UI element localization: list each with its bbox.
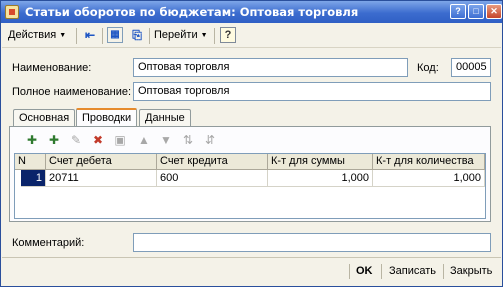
goto-menu-button[interactable]: Перейти ▼ [154,27,208,44]
toolbar: Действия ▼ ⇤ ▦ ⎘ Перейти ▼ ? [2,24,501,48]
comment-label: Комментарий: [12,237,85,249]
copy-row-icon[interactable]: ✚ [46,132,62,148]
column-header-credit[interactable]: Счет кредита [157,154,268,170]
toolbar-separator [214,28,215,44]
button-separator [381,264,382,279]
document-window: Статьи оборотов по бюджетам: Оптовая тор… [0,0,503,287]
copy-document-icon[interactable]: ⎘ [129,27,145,43]
edit-row-icon[interactable]: ✎ [68,132,84,148]
full-name-label: Полное наименование: [12,86,132,98]
toolbar-separator [102,28,103,44]
save-button[interactable]: Записать [389,262,436,281]
code-label: Код: [417,62,439,74]
toolbar-separator [149,28,150,44]
sort-ascending-icon[interactable]: ⇅ [180,132,196,148]
tab-data[interactable]: Данные [139,109,191,127]
tab-main[interactable]: Основная [13,109,76,127]
move-up-icon[interactable]: ▲ [136,132,152,148]
tab-postings[interactable]: Проводки [76,108,138,127]
postings-table[interactable]: N Счет дебета Счет кредита К-т для суммы… [14,153,486,219]
table-cell-n[interactable]: 1 [21,170,46,187]
name-field[interactable]: Оптовая торговля [133,58,408,77]
table-cell-debit[interactable]: 20711 [46,170,157,187]
close-window-button[interactable]: ✕ [486,4,502,19]
app-icon [5,5,19,19]
toolbar-separator [76,28,77,44]
move-down-icon[interactable]: ▼ [158,132,174,148]
help-button[interactable]: ? [450,4,466,19]
close-button[interactable]: Закрыть [450,262,492,281]
comment-field[interactable] [133,233,491,252]
column-header-n[interactable]: N [15,154,46,170]
back-arrow-icon[interactable]: ⇤ [82,27,98,43]
table-cell-qty-coef[interactable]: 1,000 [373,170,485,187]
column-header-sum-coef[interactable]: К-т для суммы [268,154,373,170]
chevron-down-icon: ▼ [200,32,208,39]
title-bar[interactable]: Статьи оборотов по бюджетам: Оптовая тор… [1,1,502,23]
maximize-button[interactable]: □ [468,4,484,19]
button-separator [443,264,444,279]
actions-label: Действия [8,29,57,41]
help-icon[interactable]: ? [220,27,236,43]
column-header-qty-coef[interactable]: К-т для количества [373,154,485,170]
structure-icon[interactable]: ▦ [107,27,123,43]
actions-menu-button[interactable]: Действия ▼ [8,27,66,44]
goto-label: Перейти [154,29,198,41]
chevron-down-icon: ▼ [59,32,67,39]
code-field[interactable]: 00005 [451,58,491,77]
add-row-icon[interactable]: ✚ [24,132,40,148]
bottom-divider [2,257,501,258]
window-title: Статьи оборотов по бюджетам: Оптовая тор… [25,5,359,19]
table-cell-sum-coef[interactable]: 1,000 [268,170,373,187]
sort-descending-icon[interactable]: ⇵ [202,132,218,148]
ok-button[interactable]: OK [356,262,373,281]
full-name-field[interactable]: Оптовая торговля [133,82,491,101]
button-separator [349,264,350,279]
table-cell-credit[interactable]: 600 [157,170,268,187]
name-label: Наименование: [12,62,92,74]
column-header-debit[interactable]: Счет дебета [46,154,157,170]
delete-row-icon[interactable]: ✖ [90,132,106,148]
end-edit-icon[interactable]: ▣ [112,132,128,148]
